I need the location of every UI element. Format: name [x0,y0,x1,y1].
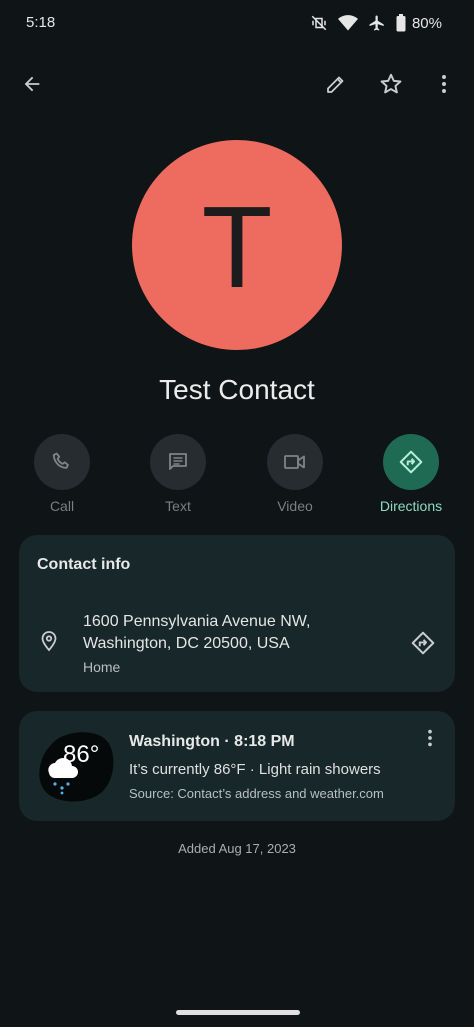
contact-avatar: T [132,140,342,350]
top-app-bar [0,60,474,108]
directions-action[interactable]: Directions [361,434,461,514]
more-options-button[interactable] [422,62,466,106]
weather-source: Source: Contact’s address and weather.co… [129,786,384,801]
directions-button[interactable] [383,434,439,490]
weather-card[interactable]: 86° Washington · 8:18 PM It’s currently … [19,711,455,821]
address-line-1: 1600 Pennsylvania Avenue NW, [83,613,311,630]
quick-actions: Call Text Video Directions [0,434,474,524]
phone-icon [52,452,69,469]
video-button[interactable] [267,434,323,490]
weather-temperature: 86° [63,741,100,768]
text-label: Text [165,498,191,514]
pencil-icon [327,76,344,93]
address-row[interactable]: 1600 Pennsylvania Avenue NW, Washington,… [19,609,455,679]
more-vert-icon [442,75,446,93]
favorite-button[interactable] [369,62,413,106]
gesture-nav-handle[interactable] [176,1010,300,1015]
added-date: Added Aug 17, 2023 [178,841,296,856]
back-button[interactable] [10,62,54,106]
directions-icon [411,631,435,655]
status-time: 5:18 [26,14,56,31]
weather-description: It’s currently 86°F · Light rain showers [129,761,381,778]
directions-icon [399,450,423,474]
edit-button[interactable] [314,62,358,106]
contact-name: Test Contact [159,374,315,405]
text-button[interactable] [150,434,206,490]
message-icon [169,453,187,470]
address-directions-button[interactable] [403,623,443,663]
battery-icon [396,14,406,32]
star-outline-icon [380,73,402,94]
wifi-icon [337,14,358,32]
directions-label: Directions [379,498,443,514]
text-action[interactable]: Text [128,434,228,514]
airplane-icon [368,14,386,32]
video-action[interactable]: Video [245,434,345,514]
address-line-2: Washington, DC 20500, USA [83,635,290,652]
avatar-initial: T [201,182,273,312]
location-pin-icon [37,629,61,658]
weather-more-button[interactable] [415,723,445,753]
call-action[interactable]: Call [12,434,112,514]
contact-info-title: Contact info [37,556,131,573]
weather-location-time: Washington · 8:18 PM [129,733,295,750]
vibrate-off-icon [310,14,328,32]
arrow-back-icon [24,76,40,92]
call-label: Call [49,498,75,514]
address-type: Home [83,659,121,675]
video-label: Video [277,498,313,514]
videocam-icon [284,455,305,469]
status-bar: 5:18 80% [0,0,474,46]
call-button[interactable] [34,434,90,490]
more-vert-icon [428,729,432,747]
contact-info-card: Contact info 1600 Pennsylvania Avenue NW… [19,535,455,692]
status-icons: 80% [310,13,442,33]
battery-percentage: 80% [411,14,442,32]
